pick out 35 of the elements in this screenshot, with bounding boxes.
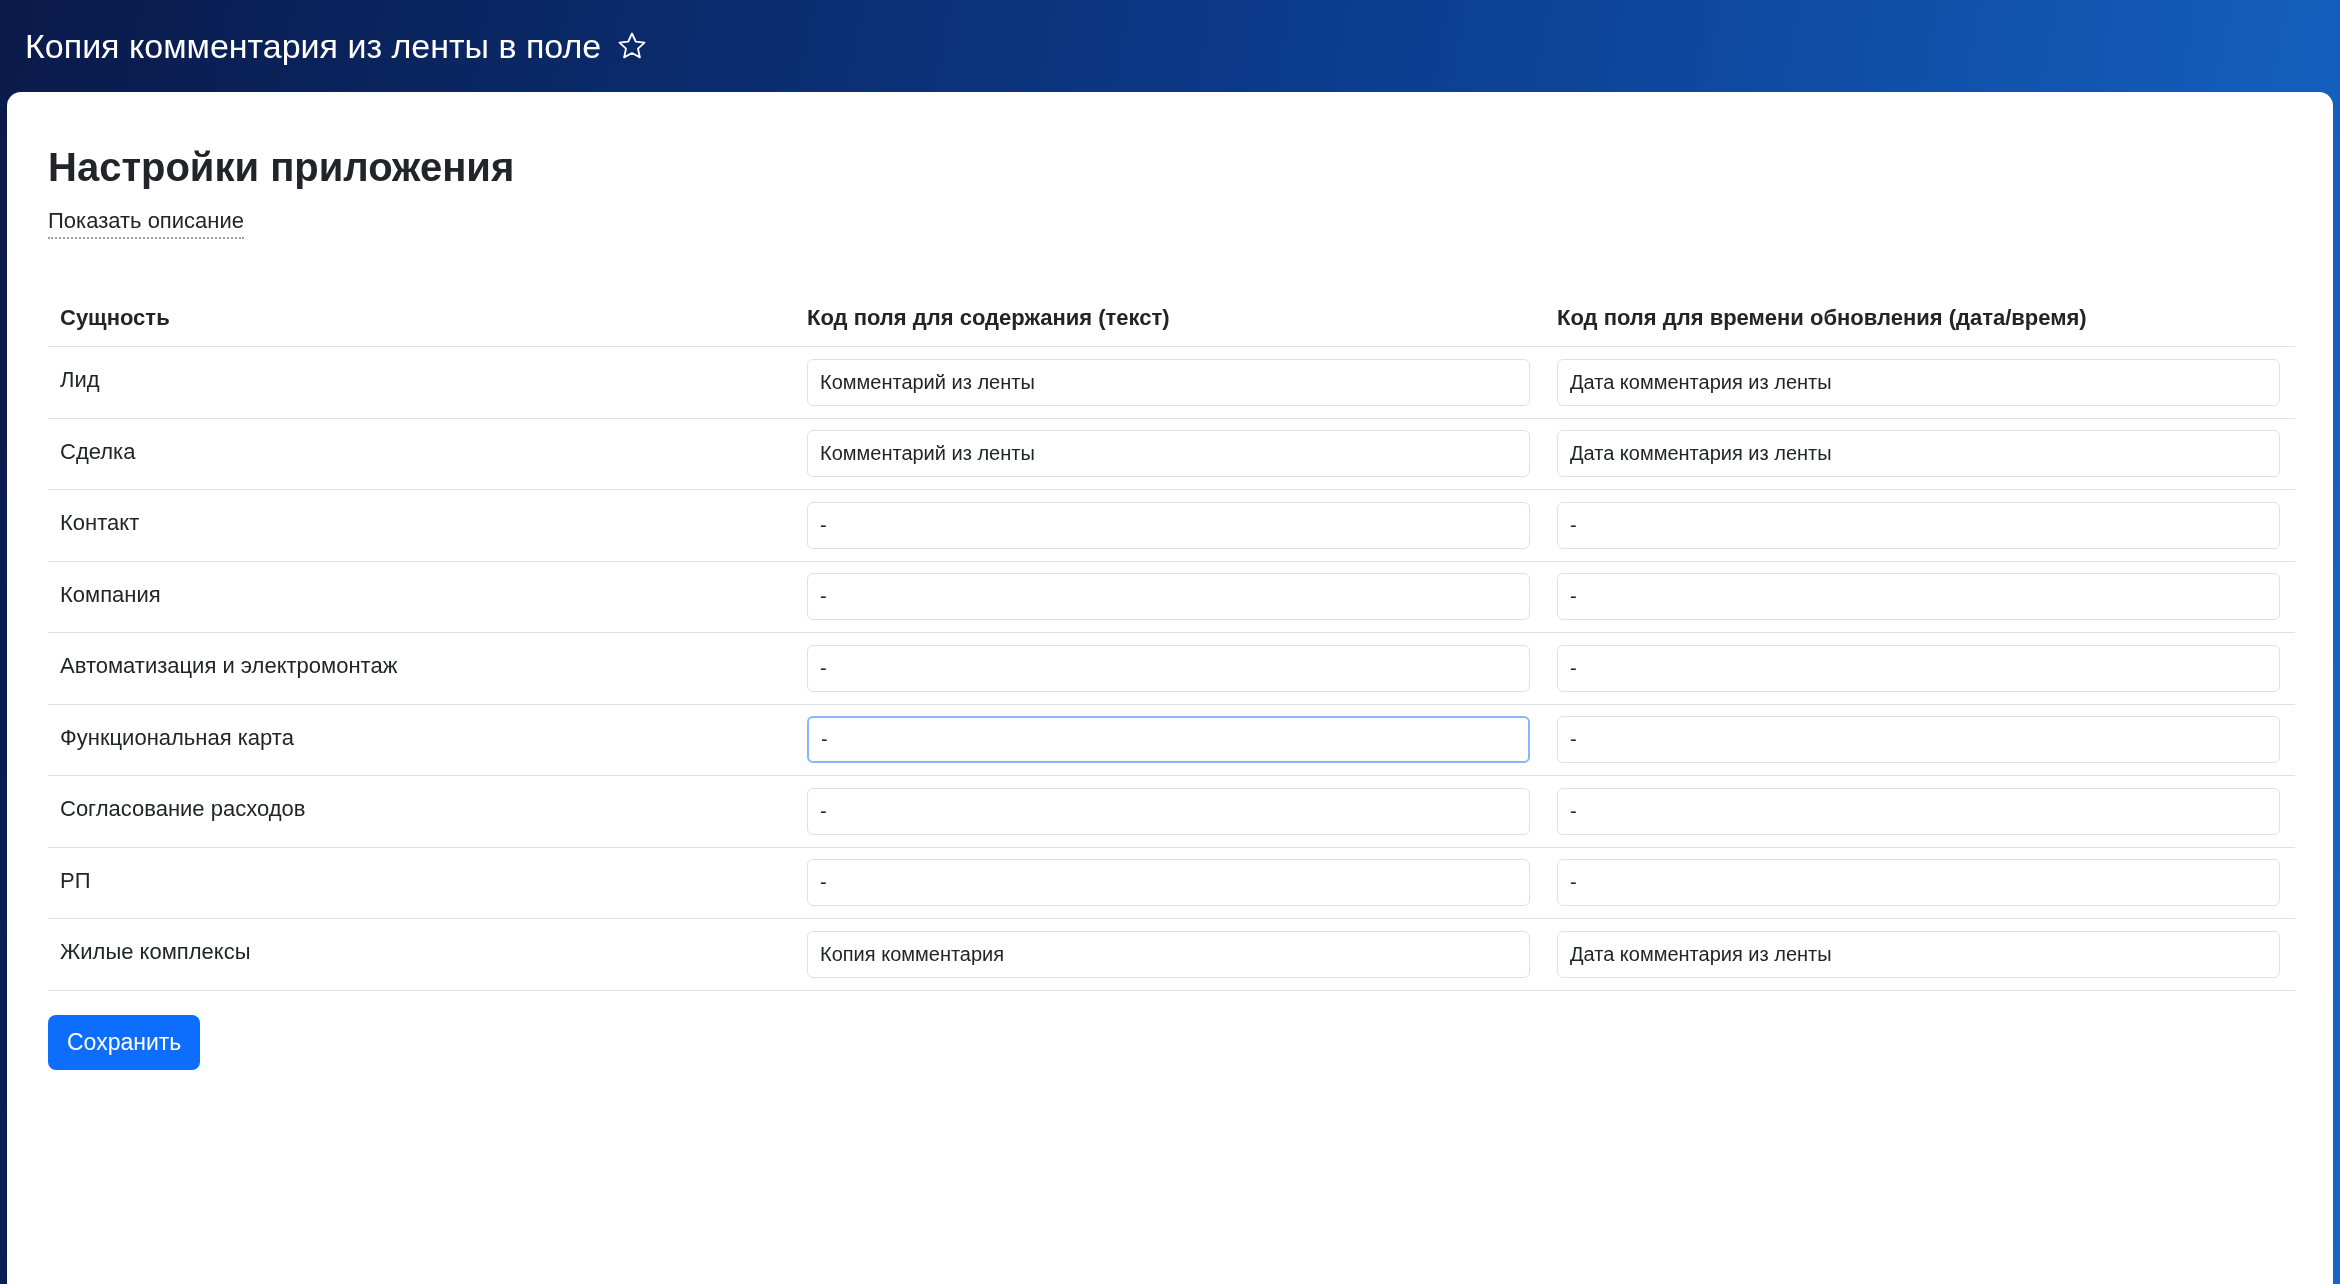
text-field[interactable]: - xyxy=(807,573,1530,621)
text-field[interactable]: - xyxy=(1557,644,2280,692)
column-header: Код поля для содержания (текст) xyxy=(807,305,1170,330)
entity-name: Жилые комплексы xyxy=(60,939,251,964)
text-field[interactable]: Дата комментария из ленты xyxy=(1557,930,2280,978)
text-field[interactable]: Дата комментария из ленты xyxy=(1557,430,2280,478)
text-field[interactable]: Копия комментария xyxy=(807,930,1530,978)
entity-name: Лид xyxy=(60,367,100,392)
column-header: Код поля для времени обновления (дата/время) xyxy=(1557,305,2087,330)
text-field[interactable]: Комментарий из ленты xyxy=(807,358,1530,406)
star-icon[interactable] xyxy=(617,31,648,61)
settings-heading: Настройки приложения xyxy=(48,144,516,191)
entity-name: Автоматизация и электромонтаж xyxy=(60,653,398,678)
text-field[interactable]: - xyxy=(1557,501,2280,549)
text-field[interactable]: - xyxy=(1557,787,2280,835)
text-field[interactable]: - xyxy=(807,716,1530,764)
entity-name: Функциональная карта xyxy=(60,724,294,750)
entity-name: Сделка xyxy=(60,438,136,464)
text-field[interactable]: - xyxy=(807,501,1530,549)
entity-name: РП xyxy=(60,867,91,893)
text-field[interactable]: Комментарий из ленты xyxy=(807,430,1530,478)
text-field[interactable]: - xyxy=(807,787,1530,835)
text-field[interactable]: - xyxy=(1557,716,2280,764)
entity-name: Контакт xyxy=(60,510,140,535)
text-field[interactable]: Дата комментария из ленты xyxy=(1557,358,2280,406)
save-button[interactable]: Сохранить xyxy=(48,1014,201,1070)
entity-name: Согласование расходов xyxy=(60,796,306,821)
text-field[interactable]: - xyxy=(1557,859,2280,907)
column-header: Сущность xyxy=(60,305,170,330)
text-field[interactable]: - xyxy=(807,644,1530,692)
entity-name: Компания xyxy=(60,581,161,607)
show-description-link[interactable]: Показать описание xyxy=(48,204,244,239)
page-title: Копия комментария из ленты в поле xyxy=(25,25,602,67)
text-field[interactable]: - xyxy=(1557,573,2280,621)
text-field[interactable]: - xyxy=(807,859,1530,907)
